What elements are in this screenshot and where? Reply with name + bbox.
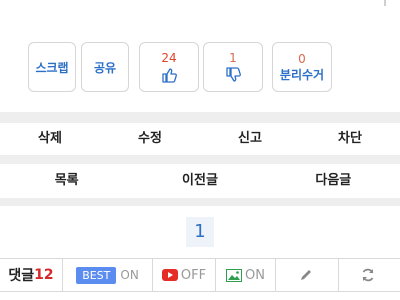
comments-label: 댓글 [8, 268, 35, 284]
block-button[interactable]: 차단 [300, 123, 400, 155]
dislike-button[interactable]: 1 [203, 42, 263, 92]
scrap-button[interactable]: 스크랩 [28, 42, 76, 92]
youtube-state: OFF [180, 267, 207, 283]
dislike-count: 1 [229, 51, 237, 65]
vote-button-row: 스크랩 공유 24 1 0 분리수거 [0, 42, 400, 92]
page-number[interactable]: 1 [186, 217, 214, 247]
list-button[interactable]: 목록 [0, 164, 133, 198]
best-state: ON [120, 268, 139, 282]
separate-button[interactable]: 0 분리수거 [272, 42, 332, 92]
best-toggle[interactable]: BEST ON [63, 259, 153, 291]
thumbs-down-icon [226, 67, 241, 82]
report-button[interactable]: 신고 [200, 123, 300, 155]
comments-count: 12 [34, 267, 54, 283]
refresh-comments-button[interactable] [339, 259, 400, 291]
comments-toggle[interactable]: 댓글 12 [0, 259, 63, 291]
scrollbar[interactable] [384, 0, 386, 6]
pencil-icon [300, 270, 311, 280]
refresh-icon [362, 268, 374, 282]
write-comment-button[interactable] [276, 259, 339, 291]
prev-post-button[interactable]: 이전글 [133, 164, 266, 198]
thumbs-up-icon [162, 68, 177, 83]
section-divider [0, 155, 400, 164]
action-row: 삭제 수정 신고 차단 [0, 123, 400, 155]
separate-label: 분리수거 [279, 67, 325, 82]
youtube-icon [161, 269, 178, 281]
scrap-label: 스크랩 [35, 60, 69, 75]
delete-button[interactable]: 삭제 [0, 123, 100, 155]
best-badge: BEST [76, 266, 117, 284]
like-count: 24 [161, 51, 177, 65]
like-button[interactable]: 24 [139, 42, 199, 92]
share-label: 공유 [93, 60, 117, 75]
image-state: ON [245, 267, 265, 283]
post-nav-row: 목록 이전글 다음글 [0, 164, 400, 198]
share-button[interactable]: 공유 [81, 42, 129, 92]
section-divider [0, 198, 400, 206]
edit-button[interactable]: 수정 [100, 123, 200, 155]
comment-toolbar: 댓글 12 BEST ON OFF ON [0, 258, 400, 292]
image-toggle[interactable]: ON [216, 259, 276, 291]
image-icon [226, 268, 243, 282]
section-divider [0, 112, 400, 123]
next-post-button[interactable]: 다음글 [267, 164, 400, 198]
separate-count: 0 [298, 51, 306, 66]
youtube-toggle[interactable]: OFF [153, 259, 216, 291]
